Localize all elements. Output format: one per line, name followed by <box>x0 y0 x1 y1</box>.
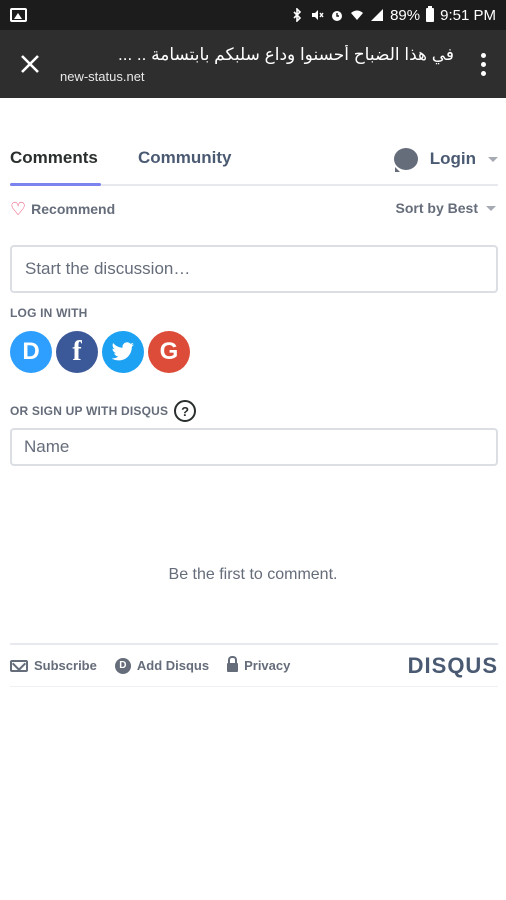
sort-dropdown[interactable]: Sort by Best <box>396 200 496 216</box>
name-placeholder: Name <box>24 437 70 456</box>
subscribe-link[interactable]: Subscribe <box>10 658 97 673</box>
overflow-menu-button[interactable] <box>460 30 506 98</box>
name-field[interactable]: Name <box>10 428 498 466</box>
disqus-login-button[interactable]: D <box>10 331 52 373</box>
menu-dot <box>480 70 486 76</box>
tab-comments[interactable]: Comments <box>10 148 98 168</box>
more-vert-icon <box>480 52 486 58</box>
signup-row: OR SIGN UP WITH DISQUS ? <box>10 400 197 422</box>
battery-icon <box>426 6 435 22</box>
disqus-footer: Subscribe D Add Disqus Privacy DISQUS <box>10 643 498 687</box>
tab-community[interactable]: Community <box>138 148 232 168</box>
bluetooth-icon <box>293 8 302 22</box>
facebook-icon: f <box>72 336 82 367</box>
page-url: new-status.net <box>60 68 145 84</box>
sort-label: Sort by Best <box>395 200 478 216</box>
battery-percent: 89% <box>390 6 421 24</box>
google-login-button[interactable]: G <box>148 331 190 373</box>
add-disqus-link[interactable]: D Add Disqus <box>114 657 210 674</box>
facebook-login-button[interactable]: f <box>56 331 98 373</box>
close-icon <box>21 55 39 73</box>
help-icon[interactable]: ? <box>174 400 197 422</box>
login-label: Login <box>429 149 476 168</box>
social-login-list: D f G <box>10 331 190 373</box>
recommend-label: Recommend <box>31 201 116 217</box>
discussion-placeholder: Start the discussion… <box>25 259 191 278</box>
login-menu[interactable]: Login <box>393 148 498 172</box>
active-tab-indicator <box>10 183 101 186</box>
close-button[interactable] <box>0 30 60 98</box>
wifi-icon <box>351 10 364 20</box>
status-bar: 89% 9:51 PM <box>0 0 506 30</box>
gallery-notification-icon <box>10 8 27 22</box>
disqus-icon: D <box>22 338 40 365</box>
discussion-input[interactable]: Start the discussion… <box>10 245 498 293</box>
login-with-label: LOG IN WITH <box>10 306 88 320</box>
disqus-logo[interactable]: DISQUS <box>408 653 498 679</box>
privacy-link[interactable]: Privacy <box>227 656 291 673</box>
twitter-login-button[interactable] <box>102 331 144 373</box>
heart-icon: ♡ <box>10 199 27 219</box>
disqus-d-icon: D <box>114 657 131 674</box>
alarm-icon <box>332 11 343 21</box>
disqus-nav: Comments Community Login <box>10 140 498 186</box>
lock-icon <box>227 656 239 672</box>
chevron-down-icon <box>488 156 498 162</box>
browser-toolbar: في هذا الضباح أحسنوا وداع سلبكم بابتسامة… <box>0 30 506 98</box>
clock: 9:51 PM <box>440 6 496 24</box>
subscribe-label: Subscribe <box>34 658 97 673</box>
mute-icon <box>312 10 324 20</box>
chat-bubble-icon <box>393 148 418 172</box>
mail-icon <box>10 659 28 672</box>
signup-label: OR SIGN UP WITH DISQUS <box>10 404 169 418</box>
privacy-label: Privacy <box>244 658 291 673</box>
recommend-button[interactable]: ♡ Recommend <box>10 200 115 218</box>
add-disqus-label: Add Disqus <box>136 658 210 673</box>
signal-icon <box>371 9 384 21</box>
chevron-down-icon <box>486 205 496 211</box>
google-icon: G <box>159 338 179 365</box>
twitter-icon <box>111 342 134 361</box>
page-title: في هذا الضباح أحسنوا وداع سلبكم بابتسامة… <box>118 44 454 64</box>
menu-dot <box>480 61 486 67</box>
empty-state-text: Be the first to comment. <box>168 566 338 583</box>
